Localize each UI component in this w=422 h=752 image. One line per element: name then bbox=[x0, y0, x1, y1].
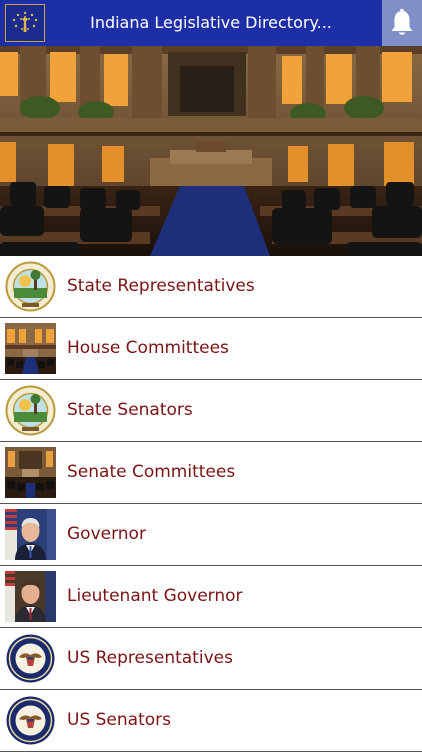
menu-item-governor[interactable]: Governor bbox=[0, 504, 422, 566]
menu-item-lieutenant-governor[interactable]: Lieutenant Governor bbox=[0, 566, 422, 628]
directory-menu: State Representatives House Committees S… bbox=[0, 256, 422, 752]
chamber-photo bbox=[0, 46, 422, 256]
notifications-button[interactable] bbox=[382, 0, 422, 46]
menu-item-label: Governor bbox=[67, 524, 146, 544]
senate-chamber-photo-icon bbox=[5, 447, 56, 498]
indiana-flag-icon bbox=[5, 4, 45, 42]
menu-item-state-representatives[interactable]: State Representatives bbox=[0, 256, 422, 318]
indiana-state-seal-icon bbox=[5, 261, 56, 312]
menu-item-label: State Senators bbox=[67, 400, 193, 420]
menu-item-state-senators[interactable]: State Senators bbox=[0, 380, 422, 442]
us-house-seal-icon bbox=[5, 633, 56, 684]
menu-item-label: State Representatives bbox=[67, 276, 255, 296]
indiana-state-seal-icon bbox=[5, 385, 56, 436]
us-senate-seal-icon bbox=[5, 695, 56, 746]
hero-carousel[interactable] bbox=[0, 46, 422, 256]
menu-item-us-senators[interactable]: US Senators bbox=[0, 690, 422, 752]
menu-item-senate-committees[interactable]: Senate Committees bbox=[0, 442, 422, 504]
menu-item-label: US Representatives bbox=[67, 648, 233, 668]
bell-icon bbox=[391, 8, 413, 35]
lieutenant-governor-portrait-icon bbox=[5, 571, 56, 622]
menu-item-label: Lieutenant Governor bbox=[67, 586, 243, 606]
app-title: Indiana Legislative Directory... bbox=[90, 13, 332, 32]
menu-item-label: US Senators bbox=[67, 710, 171, 730]
menu-item-label: Senate Committees bbox=[67, 462, 236, 482]
governor-portrait-icon bbox=[5, 509, 56, 560]
menu-item-us-representatives[interactable]: US Representatives bbox=[0, 628, 422, 690]
app-header: Indiana Legislative Directory... bbox=[0, 0, 422, 46]
menu-item-house-committees[interactable]: House Committees bbox=[0, 318, 422, 380]
menu-item-label: House Committees bbox=[67, 338, 229, 358]
house-chamber-photo-icon bbox=[5, 323, 56, 374]
